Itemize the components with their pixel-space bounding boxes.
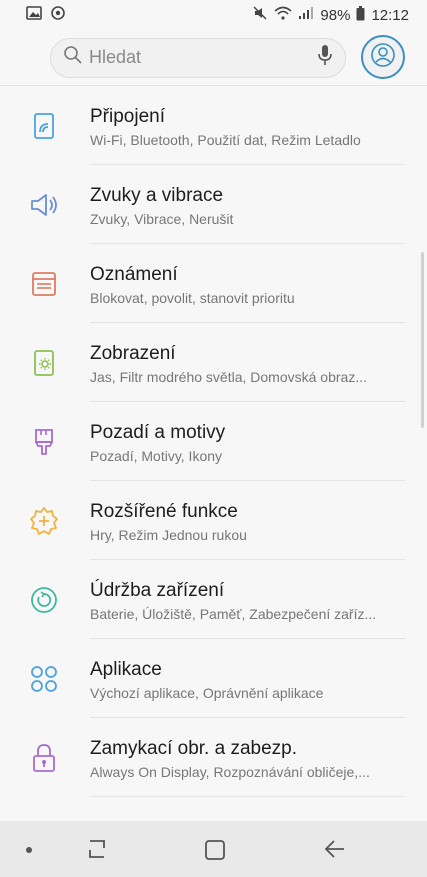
- settings-item-subtitle: Baterie, Úložiště, Paměť, Zabezpečení za…: [90, 606, 377, 622]
- settings-list: Připojení Wi-Fi, Bluetooth, Použití dat,…: [0, 86, 427, 797]
- settings-item-subtitle: Hry, Režim Jednou rukou: [90, 527, 247, 543]
- settings-item-display[interactable]: Zobrazení Jas, Filtr modrého světla, Dom…: [0, 323, 427, 402]
- recent-apps-icon[interactable]: [86, 837, 108, 866]
- settings-item-connections[interactable]: Připojení Wi-Fi, Bluetooth, Použití dat,…: [0, 86, 427, 165]
- signal-icon: [298, 6, 314, 24]
- home-icon[interactable]: [204, 839, 226, 866]
- mute-icon: [252, 5, 268, 25]
- nav-dot-icon[interactable]: [26, 847, 32, 853]
- settings-item-title: Rozšířené funkce: [90, 501, 238, 522]
- settings-item-themes[interactable]: Pozadí a motivy Pozadí, Motivy, Ikony: [0, 402, 427, 481]
- back-icon[interactable]: [322, 837, 346, 866]
- lock-icon: [28, 742, 60, 774]
- settings-item-subtitle: Zvuky, Vibrace, Nerušit: [90, 211, 234, 227]
- settings-item-subtitle: Jas, Filtr modrého světla, Domovská obra…: [90, 369, 367, 385]
- settings-item-title: Zvuky a vibrace: [90, 185, 224, 206]
- clock: 12:12: [371, 6, 409, 24]
- sync-icon: [50, 5, 66, 25]
- apps-icon: [28, 663, 60, 695]
- settings-item-subtitle: Always On Display, Rozpoznávání obličeje…: [90, 764, 370, 780]
- sound-icon: [28, 189, 60, 221]
- battery-icon: [356, 5, 365, 25]
- settings-item-maintenance[interactable]: Údržba zařízení Baterie, Úložiště, Paměť…: [0, 560, 427, 639]
- settings-item-title: Oznámení: [90, 264, 178, 285]
- display-icon: [28, 347, 60, 379]
- settings-item-title: Pozadí a motivy: [90, 422, 226, 443]
- settings-item-lock[interactable]: Zamykací obr. a zabezp. Always On Displa…: [0, 718, 427, 797]
- notifications-icon: [28, 268, 60, 300]
- settings-item-apps[interactable]: Aplikace Výchozí aplikace, Oprávnění apl…: [0, 639, 427, 718]
- settings-item-notifications[interactable]: Oznámení Blokovat, povolit, stanovit pri…: [0, 244, 427, 323]
- search-icon: [63, 45, 83, 70]
- settings-item-subtitle: Wi-Fi, Bluetooth, Použití dat, Režim Let…: [90, 132, 361, 148]
- profile-icon: [370, 42, 396, 73]
- gallery-icon: [26, 6, 42, 24]
- settings-item-title: Zamykací obr. a zabezp.: [90, 738, 297, 759]
- settings-item-subtitle: Blokovat, povolit, stanovit prioritu: [90, 290, 295, 306]
- settings-item-advanced[interactable]: Rozšířené funkce Hry, Režim Jednou rukou: [0, 481, 427, 560]
- mic-icon[interactable]: [317, 44, 333, 71]
- scrollbar[interactable]: [421, 252, 424, 428]
- themes-icon: [28, 426, 60, 458]
- settings-item-title: Údržba zařízení: [90, 580, 225, 601]
- status-bar: 98% 12:12: [0, 0, 427, 30]
- settings-item-title: Zobrazení: [90, 343, 176, 364]
- settings-item-title: Připojení: [90, 106, 165, 127]
- search-row: Hledat: [0, 30, 427, 86]
- connections-icon: [28, 110, 60, 142]
- advanced-icon: [28, 505, 60, 537]
- search-bar[interactable]: Hledat: [50, 37, 346, 78]
- navigation-bar: [0, 821, 427, 877]
- divider: [90, 796, 405, 797]
- settings-item-subtitle: Výchozí aplikace, Oprávnění aplikace: [90, 685, 324, 701]
- battery-percent: 98%: [320, 6, 351, 24]
- wifi-icon: [274, 6, 292, 24]
- settings-item-title: Aplikace: [90, 659, 162, 680]
- maintenance-icon: [28, 584, 60, 616]
- profile-button[interactable]: [361, 35, 405, 79]
- settings-item-sound[interactable]: Zvuky a vibrace Zvuky, Vibrace, Nerušit: [0, 165, 427, 244]
- settings-item-subtitle: Pozadí, Motivy, Ikony: [90, 448, 223, 464]
- search-input[interactable]: Hledat: [89, 47, 317, 68]
